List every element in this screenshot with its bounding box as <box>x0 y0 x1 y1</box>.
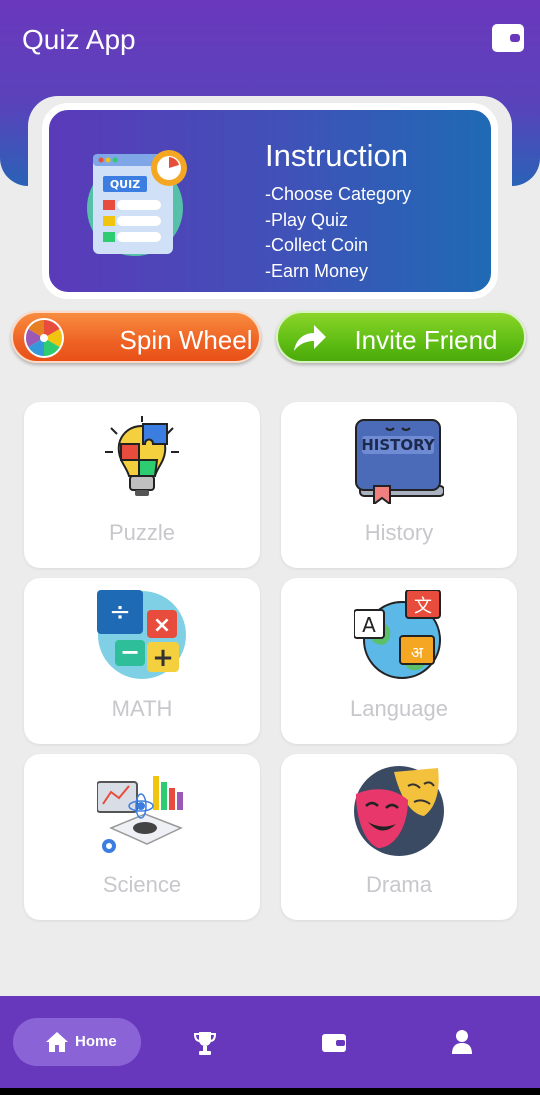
svg-text:HISTORY: HISTORY <box>361 436 436 454</box>
instruction-line: -Earn Money <box>265 260 369 281</box>
category-label: Puzzle <box>108 520 176 545</box>
app-title: Quiz App <box>22 24 136 55</box>
share-arrow-icon <box>294 325 326 351</box>
category-label: Science <box>102 872 182 897</box>
svg-text:+: + <box>152 643 174 673</box>
category-label: History <box>364 520 434 545</box>
category-label: Language <box>350 696 448 721</box>
math-operators-icon: ÷ × − + <box>97 590 186 679</box>
instruction-line: -Collect Coin <box>265 235 369 255</box>
user-icon[interactable] <box>451 1030 473 1054</box>
category-card-drama[interactable]: Drama <box>281 754 517 920</box>
spin-wheel-button[interactable]: Spin Wheel <box>11 311 261 363</box>
bottom-nav: Home <box>0 996 540 1088</box>
nav-home-label: Home <box>75 1033 117 1050</box>
category-label: Drama <box>365 872 432 897</box>
instruction-line: -Play Quiz <box>265 209 349 230</box>
invite-friend-label: Invite Friend <box>354 325 498 355</box>
puzzle-bulb-icon <box>105 416 179 496</box>
wallet-icon[interactable] <box>492 24 524 52</box>
system-nav-strip <box>0 1088 540 1095</box>
trophy-icon[interactable] <box>193 1030 217 1056</box>
drama-masks-icon <box>354 766 444 856</box>
category-card-math[interactable]: ÷ × − + MATH <box>24 578 260 744</box>
svg-text:文: 文 <box>414 596 432 617</box>
nav-item-home[interactable]: Home <box>13 1018 141 1066</box>
svg-text:×: × <box>153 613 171 638</box>
science-lab-icon <box>97 776 183 853</box>
history-book-icon: HISTORY <box>355 419 444 504</box>
instruction-line: -Choose Category <box>265 184 412 204</box>
category-card-puzzle[interactable]: Puzzle <box>24 402 260 568</box>
instruction-title: Instruction <box>265 138 409 173</box>
svg-text:÷: ÷ <box>109 597 131 627</box>
svg-text:A: A <box>362 613 376 637</box>
quiz-clipboard-icon: QUIZ <box>87 150 187 256</box>
svg-text:QUIZ: QUIZ <box>110 178 140 191</box>
wallet-icon[interactable] <box>321 1032 347 1054</box>
svg-text:अ: अ <box>411 643 424 662</box>
instruction-card: QUIZ Instruction -Choose Category -Play … <box>42 103 498 299</box>
category-card-history[interactable]: HISTORY History <box>281 402 517 568</box>
language-globe-icon: A 文 अ <box>354 590 441 679</box>
invite-friend-button[interactable]: Invite Friend <box>276 311 526 363</box>
home-icon <box>46 1032 68 1052</box>
spin-wheel-label: Spin Wheel <box>119 325 253 355</box>
category-label: MATH <box>111 696 173 721</box>
category-card-science[interactable]: Science <box>24 754 260 920</box>
category-card-language[interactable]: A 文 अ Language <box>281 578 517 744</box>
svg-text:−: − <box>120 638 140 666</box>
